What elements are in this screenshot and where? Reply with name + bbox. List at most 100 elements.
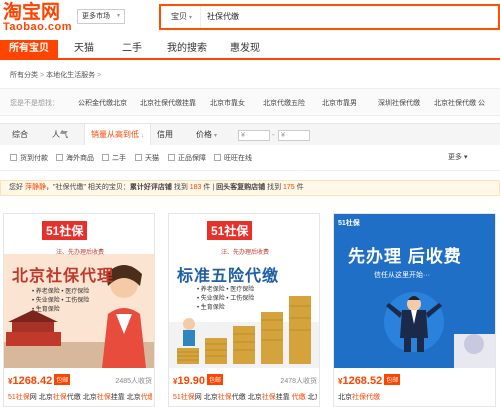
price-range-dash: - [272, 130, 275, 139]
suggestion-item[interactable]: 公积金代缴北京 [78, 98, 127, 108]
notice-username[interactable]: 萍静静 [25, 184, 46, 191]
title-keyword: 代缴 [366, 394, 380, 401]
title-keyword: 代缴 [291, 394, 306, 401]
header: 淘宝网 Taobao.com 更多市场 ▾ 宝贝 ▾ 社保代缴 [0, 0, 500, 36]
filter-overseas[interactable]: 海外商品 [56, 153, 94, 163]
suggestion-item[interactable]: 北京社保代缴挂靠 [140, 98, 196, 108]
title-text: 代缴 北京 [66, 394, 97, 401]
title-keyword: 社保 [352, 394, 366, 401]
filter-wangwang-online[interactable]: 旺旺在线 [214, 153, 252, 163]
title-keyword: 社保 [261, 394, 276, 401]
notice-unit: 件 [294, 184, 304, 191]
sort-price[interactable]: 价格 ▾ [196, 124, 217, 146]
product-price: ¥1268.52 [338, 375, 382, 387]
suggestion-item[interactable]: 北京市靠男 [322, 98, 357, 108]
product-card[interactable]: 51社保 汪、先办理后收费 标准五险代缴 • 养老保险 • 医疗保险 • 失业保… [168, 213, 320, 407]
more-markets-dropdown[interactable]: 更多市场 ▾ [77, 9, 125, 24]
sort-popularity[interactable]: 人气 [52, 124, 68, 146]
filter-overseas-label: 海外商品 [66, 155, 94, 162]
breadcrumb: 所有分类 > 本地化生活服务 > [10, 70, 103, 80]
sort-sales-desc[interactable]: 销量从高到低 ↓ [84, 124, 151, 146]
search-scope-select[interactable]: 宝贝 ▾ [161, 6, 201, 28]
tab-tmall[interactable]: 天猫 [64, 40, 104, 58]
brand-badge-text: 51 [46, 224, 60, 238]
title-text: 网 北京 [194, 394, 218, 401]
filter-second-hand[interactable]: 二手 [102, 153, 126, 163]
breadcrumb-item-all-categories[interactable]: 所有分类 [10, 72, 38, 79]
suggestion-item[interactable]: 北京社保代缴 公 [434, 98, 485, 108]
image-subline: 汪、先办理后收费 [56, 250, 105, 256]
sales-count: 2485人收货 [115, 378, 152, 385]
checkbox-icon[interactable] [10, 154, 17, 161]
tab-discover[interactable]: 惠发现 [224, 40, 266, 58]
title-text: 北京 [307, 394, 317, 401]
tab-all-items[interactable]: 所有宝贝 [0, 40, 58, 58]
search-bar[interactable]: 宝贝 ▾ 社保代缴 [159, 4, 500, 30]
product-title[interactable]: 北京社保代缴 [338, 392, 482, 402]
tab-second-hand[interactable]: 二手 [112, 40, 152, 58]
price-value: 19.90 [177, 375, 205, 387]
price-row: ¥1268.42 包邮 2485人收货 [8, 374, 152, 388]
suggestion-item[interactable]: 北京市靠女 [210, 98, 245, 108]
filter-tmall[interactable]: 天猫 [135, 153, 159, 163]
more-filters-button[interactable]: 更多 ▾ [448, 152, 467, 162]
title-text: 挂靠 北京 [110, 394, 141, 401]
notice-found: 找到 [265, 184, 284, 191]
filter-cod-label: 货到付款 [20, 155, 48, 162]
chevron-right-icon: > [40, 72, 45, 79]
suggestion-item[interactable]: 北京代缴五险 [263, 98, 305, 108]
title-keyword: 社保 [52, 394, 67, 401]
brand-badge-text-2: 社保 [224, 224, 249, 238]
checkbox-icon[interactable] [135, 154, 142, 161]
logo-cn-text: 淘宝网 [3, 1, 61, 23]
title-text: 北京 [338, 394, 352, 401]
image-headline: 北京社保代理 [12, 268, 115, 285]
tab-my-search[interactable]: 我的搜索 [160, 40, 214, 58]
price-value: 1268.42 [12, 375, 53, 387]
more-markets-label: 更多市场 [82, 13, 110, 20]
more-filters-label: 更多 [448, 154, 462, 161]
image-subline: 信任从这里开始··· [374, 272, 430, 279]
filter-cod[interactable]: 货到付款 [10, 153, 48, 163]
product-title[interactable]: 51社保网 北京社保代缴 北京社保挂靠 代缴 北京 [173, 392, 317, 402]
free-shipping-badge: 包邮 [54, 374, 71, 385]
notice-repurchase-shops[interactable]: 回头客复购店铺 [216, 184, 265, 191]
product-card[interactable]: 51社保 先办理 后收费 信任从这里开始··· ¥1268.52 包邮 北京社保代… [333, 213, 496, 407]
sort-credit[interactable]: 信用 [157, 124, 173, 146]
sort-price-label: 价格 [196, 130, 212, 139]
checkbox-icon[interactable] [214, 154, 221, 161]
title-keyword: 社保 [96, 394, 111, 401]
product-image-art [334, 214, 495, 368]
checkbox-icon[interactable] [168, 154, 175, 161]
brand-badge: 51社保 [207, 221, 253, 240]
chevron-down-icon: ▾ [189, 15, 193, 21]
sort-default[interactable]: 综合 [12, 124, 28, 146]
checkbox-icon[interactable] [102, 154, 109, 161]
product-image[interactable]: 51社保 汪、先办理后收费 标准五险代缴 • 养老保险 • 医疗保险 • 失业保… [169, 214, 319, 368]
price-max-input[interactable]: ¥ [278, 130, 310, 141]
title-text: 挂靠 [275, 394, 292, 401]
image-bullet: • 生育保险 [32, 307, 60, 313]
brand-badge-text: 51 [211, 224, 225, 238]
filter-genuine[interactable]: 正品保障 [168, 153, 206, 163]
price-min-input[interactable]: ¥ [238, 130, 270, 141]
brand-badge-text-2: 社保 [59, 224, 84, 238]
product-title[interactable]: 51社保网 北京社保代缴 北京社保挂靠 北京代缴 北京 [8, 392, 152, 402]
chevron-down-icon: ▾ [214, 133, 218, 139]
filter-tmall-label: 天猫 [145, 155, 159, 162]
search-input[interactable]: 社保代缴 [207, 6, 239, 28]
chevron-down-icon: ▾ [116, 13, 120, 19]
breadcrumb-item-local-services[interactable]: 本地化生活服务 [46, 72, 95, 79]
price-value: 1268.52 [342, 375, 383, 387]
product-card[interactable]: 51社保 汪、先办理后收费 北京社保代理 • 养老保险 • 医疗保险 • 失业保… [3, 213, 155, 407]
brand-badge: 51社保 [338, 220, 360, 227]
price-row: ¥19.90 包邮 2478人收货 [173, 374, 317, 388]
product-image[interactable]: 51社保 先办理 后收费 信任从这里开始··· [334, 214, 495, 368]
suggestion-item[interactable]: 深圳社保代缴 [378, 98, 420, 108]
price-row: ¥1268.52 包邮 [338, 374, 482, 388]
checkbox-icon[interactable] [56, 154, 63, 161]
taobao-logo[interactable]: 淘宝网 Taobao.com [3, 2, 72, 33]
product-image[interactable]: 51社保 汪、先办理后收费 北京社保代理 • 养老保险 • 医疗保险 • 失业保… [4, 214, 154, 368]
image-bullets: • 养老保险 • 医疗保险 • 失业保险 • 工伤保险 • 生育保险 [197, 286, 254, 313]
notice-good-review-shops[interactable]: 累计好评店铺 [130, 184, 172, 191]
